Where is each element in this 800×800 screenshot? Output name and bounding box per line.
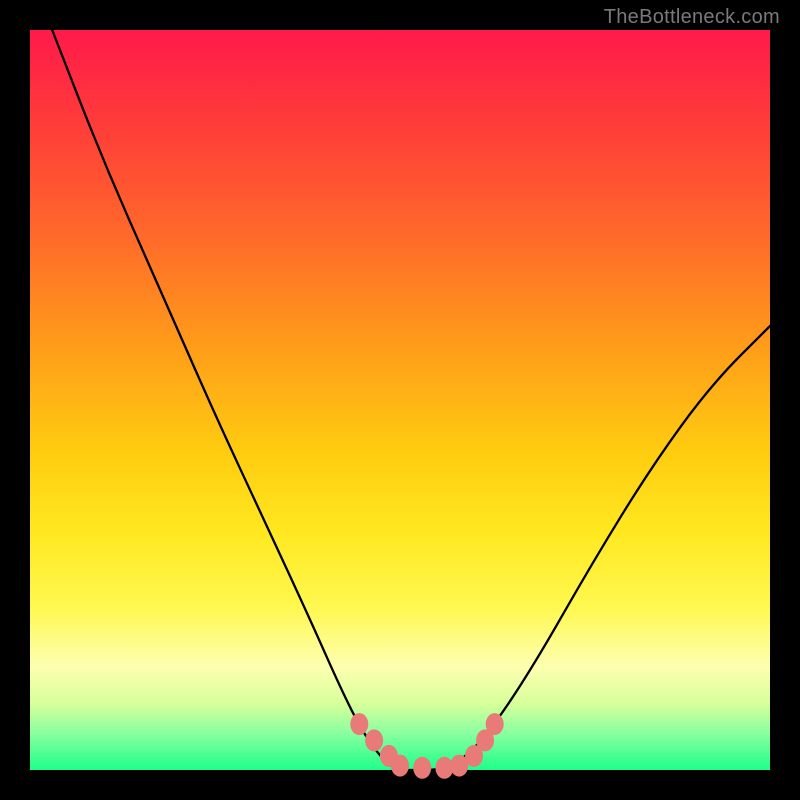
marker-dot bbox=[365, 729, 383, 751]
marker-dot bbox=[486, 713, 504, 735]
bottleneck-curve-svg bbox=[30, 30, 770, 770]
chart-frame: TheBottleneck.com bbox=[0, 0, 800, 800]
bottleneck-curve bbox=[52, 30, 770, 770]
plot-area bbox=[30, 30, 770, 770]
marker-dot bbox=[413, 757, 431, 779]
watermark-text: TheBottleneck.com bbox=[604, 6, 780, 29]
sweet-spot-markers bbox=[350, 713, 503, 779]
marker-dot bbox=[350, 713, 368, 735]
marker-dot bbox=[391, 755, 409, 777]
